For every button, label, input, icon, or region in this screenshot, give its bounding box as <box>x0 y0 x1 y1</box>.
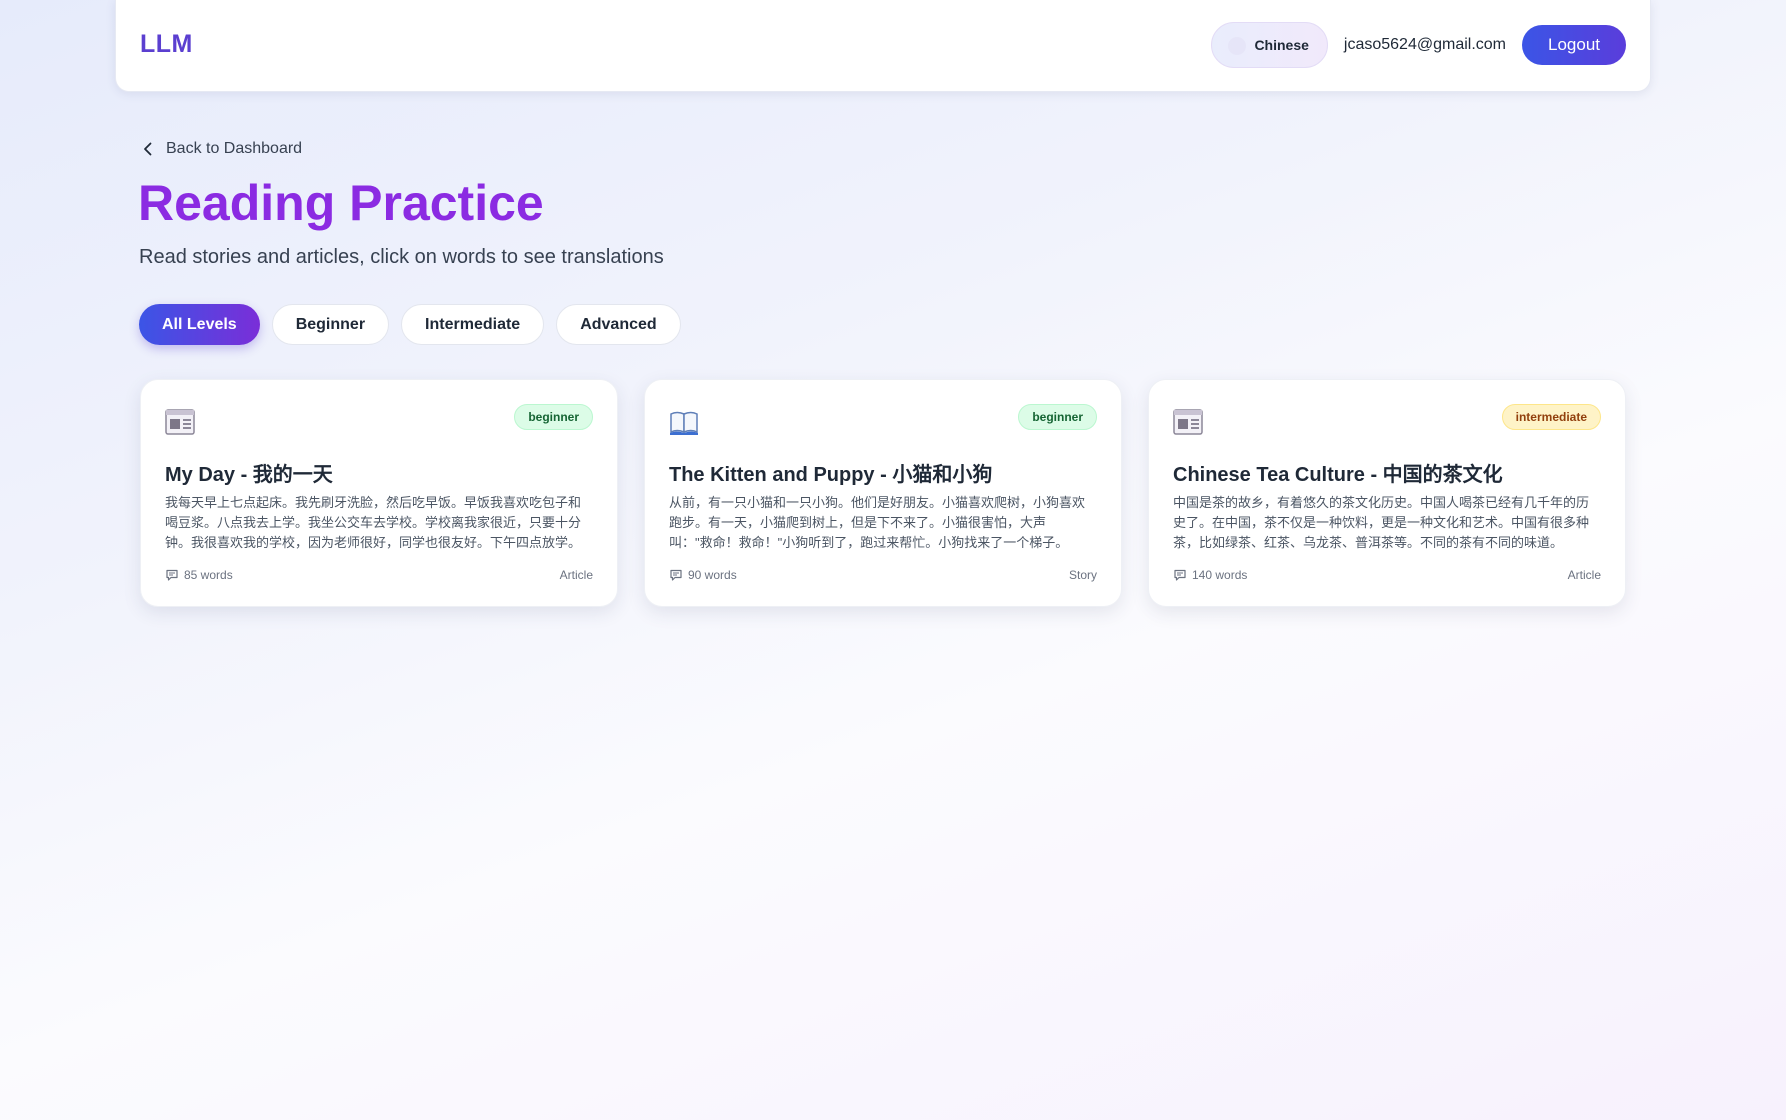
card-excerpt: 中国是茶的故乡，有着悠久的茶文化历史。中国人喝茶已经有几千年的历史了。在中国，茶… <box>1173 495 1590 550</box>
comment-icon <box>670 569 682 581</box>
newspaper-icon <box>165 409 195 435</box>
word-count-label: 85 words <box>184 568 233 582</box>
reading-card-grid: beginner My Day - 我的一天 我每天早上七点起床。我先刷牙洗脸，… <box>140 379 1626 607</box>
filter-all-levels[interactable]: All Levels <box>139 304 260 345</box>
language-flag-icon <box>1228 37 1247 55</box>
card-excerpt: 我每天早上七点起床。我先刷牙洗脸，然后吃早饭。早饭我喜欢吃包子和喝豆浆。八点我去… <box>165 495 582 550</box>
level-badge: beginner <box>1018 404 1097 430</box>
card-footer: 85 words Article <box>165 568 593 582</box>
language-label: Chinese <box>1254 37 1309 53</box>
reading-card[interactable]: intermediate Chinese Tea Culture - 中国的茶文… <box>1148 379 1626 607</box>
app-logo[interactable]: LLM <box>140 30 193 59</box>
card-footer: 140 words Article <box>1173 568 1601 582</box>
content-type: Article <box>1567 568 1601 582</box>
chevron-left-icon <box>144 142 152 156</box>
level-filter-group: All Levels Beginner Intermediate Advance… <box>139 304 681 345</box>
language-selector[interactable]: Chinese <box>1211 22 1328 68</box>
filter-advanced[interactable]: Advanced <box>556 304 681 345</box>
level-badge: intermediate <box>1501 404 1601 430</box>
top-navbar: LLM Chinese jcaso5624@gmail.com Logout <box>115 0 1651 92</box>
card-footer: 90 words Story <box>669 568 1097 582</box>
back-to-dashboard-link[interactable]: Back to Dashboard <box>140 140 302 158</box>
content-type: Story <box>1068 568 1097 582</box>
open-book-icon <box>670 411 698 435</box>
logout-button[interactable]: Logout <box>1522 25 1626 65</box>
content-type: Article <box>559 568 593 582</box>
filter-beginner[interactable]: Beginner <box>271 304 390 345</box>
word-count: 85 words <box>165 568 233 582</box>
word-count-label: 140 words <box>1192 568 1248 582</box>
word-count: 90 words <box>669 568 737 582</box>
comment-icon <box>1174 569 1186 581</box>
word-count-label: 90 words <box>688 568 737 582</box>
reading-card[interactable]: beginner My Day - 我的一天 我每天早上七点起床。我先刷牙洗脸，… <box>140 379 618 607</box>
card-excerpt: 从前，有一只小猫和一只小狗。他们是好朋友。小猫喜欢爬树，小狗喜欢跑步。有一天，小… <box>669 495 1086 550</box>
newspaper-icon <box>1173 409 1203 435</box>
nav-actions: Chinese jcaso5624@gmail.com Logout <box>1211 22 1626 68</box>
card-title: The Kitten and Puppy - 小猫和小狗 <box>669 464 993 486</box>
word-count: 140 words <box>1173 568 1247 582</box>
page-title: Reading Practice <box>138 175 544 231</box>
page-subtitle: Read stories and articles, click on word… <box>139 246 664 268</box>
filter-intermediate[interactable]: Intermediate <box>401 304 545 345</box>
reading-card[interactable]: beginner The Kitten and Puppy - 小猫和小狗 从前… <box>644 379 1122 607</box>
comment-icon <box>166 569 178 581</box>
level-badge: beginner <box>514 404 593 430</box>
card-title: My Day - 我的一天 <box>165 464 333 486</box>
card-title: Chinese Tea Culture - 中国的茶文化 <box>1173 464 1503 486</box>
user-email: jcaso5624@gmail.com <box>1343 36 1506 53</box>
back-link-label: Back to Dashboard <box>166 140 303 157</box>
